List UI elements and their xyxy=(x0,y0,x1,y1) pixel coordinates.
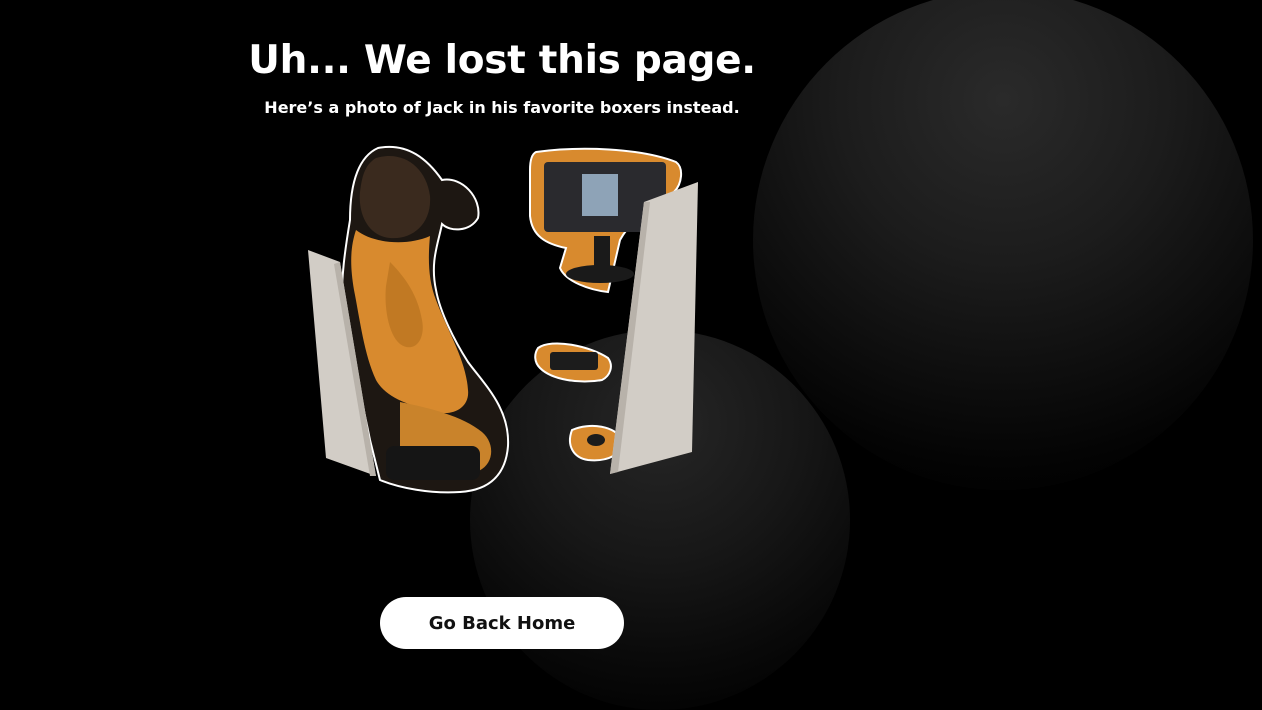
computer-mouse xyxy=(587,434,605,446)
monitor-base xyxy=(566,265,634,283)
page-title: Uh... We lost this page. xyxy=(248,38,756,83)
monitor-stand xyxy=(594,236,610,270)
office-chair xyxy=(386,446,480,480)
screen-window xyxy=(582,174,618,216)
jack-boxers-illustration xyxy=(308,145,698,494)
go-back-home-button[interactable]: Go Back Home xyxy=(380,597,624,649)
keyboard-keys xyxy=(550,352,598,370)
page-subtitle: Here’s a photo of Jack in his favorite b… xyxy=(264,98,740,117)
